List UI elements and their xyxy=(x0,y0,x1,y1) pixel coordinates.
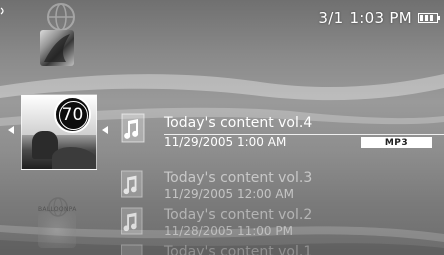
item-title: Today's content vol.4 xyxy=(164,115,313,131)
item-title: Today's content vol.2 xyxy=(164,207,313,223)
left-arrow-icon[interactable] xyxy=(102,126,108,134)
globe-icon[interactable] xyxy=(40,2,82,32)
status-date: 3/1 xyxy=(318,9,344,27)
item-date: 11/28/2005 11:00 PM xyxy=(164,224,293,238)
item-title: Today's content vol.1 xyxy=(164,244,313,255)
item-date: 11/29/2005 1:00 AM xyxy=(164,135,287,149)
battery-icon xyxy=(418,13,440,23)
status-bar: 3/1 1:03 PM xyxy=(318,9,440,27)
xmb-screen: 3/1 1:03 PM BALLOONPA 70 Today's content… xyxy=(0,0,444,255)
music-note-icon xyxy=(121,113,145,143)
list-item-selected[interactable]: Today's content vol.4 11/29/2005 1:00 AM xyxy=(114,113,434,157)
music-note-icon xyxy=(121,207,143,235)
music-note-icon xyxy=(121,244,143,255)
list-item[interactable]: Today's content vol.2 11/28/2005 11:00 P… xyxy=(114,207,434,239)
status-time: 1:03 PM xyxy=(349,9,412,27)
rating-badge: 70 xyxy=(54,96,91,133)
music-note-icon xyxy=(121,170,143,198)
music-album-icon[interactable] xyxy=(40,30,74,66)
item-title: Today's content vol.3 xyxy=(164,170,313,186)
category-icon-faded[interactable] xyxy=(38,212,76,248)
selection-line xyxy=(164,134,444,135)
list-item[interactable]: Today's content vol.1 xyxy=(114,244,434,255)
list-item[interactable]: Today's content vol.3 11/29/2005 12:00 A… xyxy=(114,170,434,202)
item-date: 11/29/2005 12:00 AM xyxy=(164,187,294,201)
left-arrow-icon[interactable] xyxy=(8,126,14,134)
category-label-faded: BALLOONPA xyxy=(38,206,77,213)
format-badge: MP3 xyxy=(361,137,432,148)
